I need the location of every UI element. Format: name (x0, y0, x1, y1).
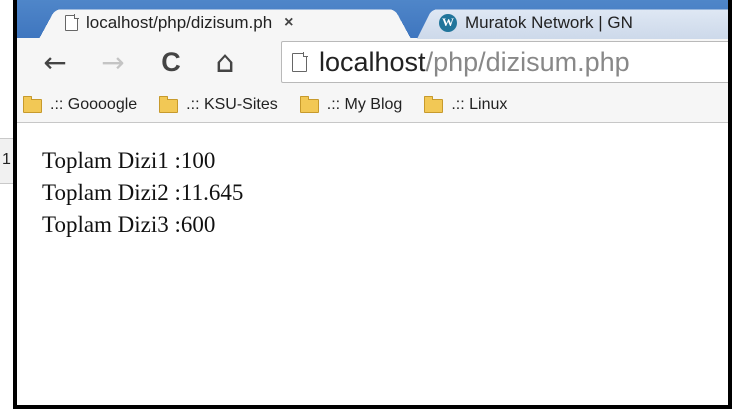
url-path: /php/dizisum.php (425, 46, 630, 77)
browser-toolbar: ← → C ⌂ localhost/php/dizisum.php .:: Go… (17, 38, 728, 122)
folder-icon (159, 96, 179, 113)
home-button[interactable]: ⌂ (207, 44, 243, 80)
reload-button[interactable]: C (153, 44, 189, 80)
url-host: localhost (319, 46, 426, 77)
tab-title: localhost/php/dizisum.ph (86, 12, 273, 32)
tab-dizisum[interactable]: localhost/php/dizisum.ph × (39, 6, 411, 40)
bookmark-label: .:: Goooogle (50, 96, 138, 113)
page-icon (65, 14, 79, 31)
page-content: Toplam Dizi1 :100 Toplam Dizi2 :11.645 T… (17, 123, 728, 405)
forward-button[interactable]: → (95, 44, 131, 80)
screenshot: 1 localhost/php/dizisum.ph × W Muratok N… (0, 0, 732, 409)
close-icon[interactable]: × (284, 14, 293, 32)
tab-title: Muratok Network | GN (465, 12, 633, 32)
bookmarks-bar: .:: Goooogle .:: KSU-Sites .:: My Blog .… (17, 88, 728, 122)
bookmark-label: .:: KSU-Sites (186, 96, 278, 113)
reload-icon: C (161, 46, 181, 77)
tab-muratok[interactable]: W Muratok Network | GN (417, 6, 728, 40)
browser-window: localhost/php/dizisum.ph × W Muratok Net… (13, 0, 732, 409)
bookmark-ksu-sites[interactable]: .:: KSU-Sites (159, 96, 278, 114)
wordpress-icon: W (439, 13, 457, 32)
page-icon (292, 52, 308, 72)
folder-icon (23, 96, 42, 113)
result-line-dizi3: Toplam Dizi3 :600 (42, 212, 216, 237)
desktop-background (0, 0, 14, 138)
result-line-dizi1: Toplam Dizi1 :100 (42, 148, 216, 173)
folder-icon (424, 96, 444, 113)
home-icon: ⌂ (215, 44, 235, 80)
back-button[interactable]: ← (37, 44, 73, 80)
tab-strip: localhost/php/dizisum.ph × W Muratok Net… (17, 0, 728, 40)
background-partial-text: 1 (2, 151, 11, 168)
address-bar[interactable]: localhost/php/dizisum.php (281, 41, 728, 83)
bookmark-goooogle[interactable]: .:: Goooogle (23, 96, 137, 114)
bookmark-my-blog[interactable]: .:: My Blog (299, 96, 403, 114)
result-line-dizi2: Toplam Dizi2 :11.645 (42, 180, 244, 205)
forward-arrow-icon: → (101, 45, 125, 79)
bookmark-label: .:: My Blog (326, 96, 403, 113)
folder-icon (299, 96, 319, 113)
bookmark-linux[interactable]: .:: Linux (424, 96, 507, 114)
back-arrow-icon: ← (43, 45, 67, 79)
bookmark-label: .:: Linux (451, 96, 508, 113)
